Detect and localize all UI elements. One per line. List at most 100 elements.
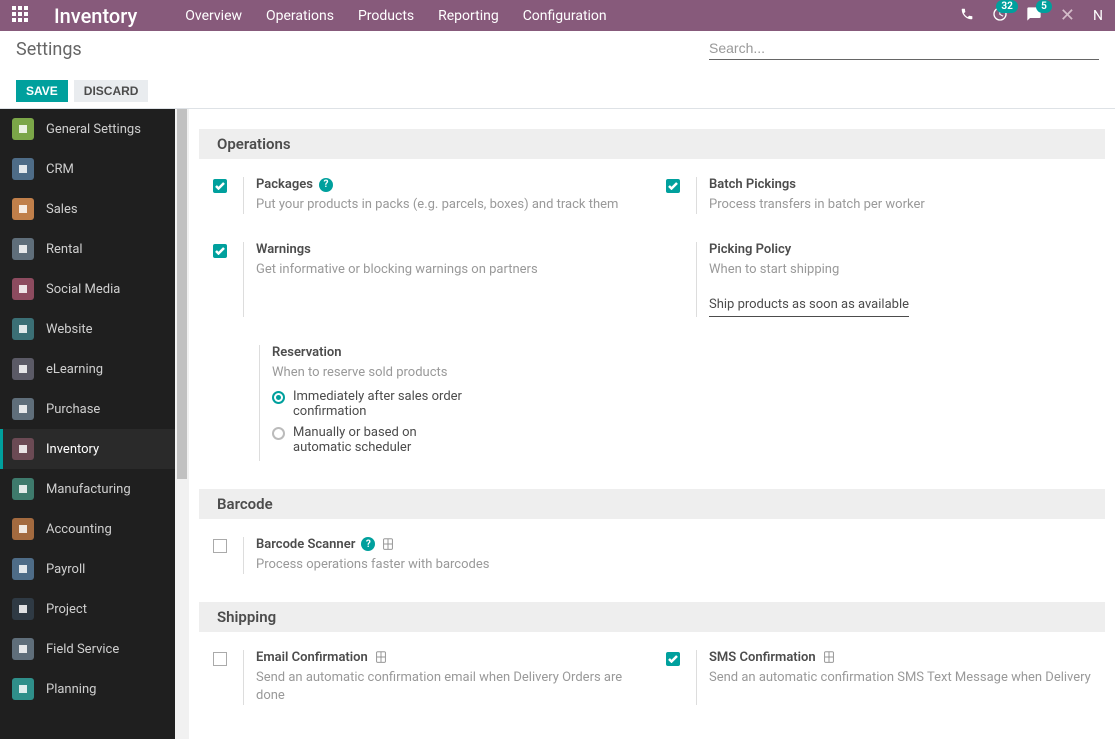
scanner-title: Barcode Scanner bbox=[256, 537, 355, 552]
sidebar-item-label: CRM bbox=[46, 162, 74, 177]
app-icon bbox=[12, 518, 34, 540]
close-icon[interactable]: ✕ bbox=[1060, 5, 1075, 26]
setting-reservation: Reservation When to reserve sold product… bbox=[199, 341, 652, 464]
menu-products[interactable]: Products bbox=[358, 8, 414, 24]
menu-configuration[interactable]: Configuration bbox=[523, 8, 607, 24]
picking-select[interactable]: Ship products as soon as available bbox=[709, 293, 909, 317]
sidebar-item-payroll[interactable]: Payroll bbox=[0, 549, 175, 589]
sidebar-item-label: Social Media bbox=[46, 282, 120, 297]
search-wrap bbox=[709, 40, 1099, 60]
section-barcode-head: Barcode bbox=[199, 489, 1105, 519]
reservation-desc: When to reserve sold products bbox=[272, 364, 638, 382]
warnings-title: Warnings bbox=[256, 242, 311, 257]
sidebar-item-purchase[interactable]: Purchase bbox=[0, 389, 175, 429]
control-panel: Settings Save Discard bbox=[0, 31, 1115, 109]
app-icon bbox=[12, 478, 34, 500]
user-letter[interactable]: N bbox=[1093, 8, 1103, 24]
sidebar: General Settings CRM Sales Rental Social Med… bbox=[0, 109, 175, 739]
main: General Settings CRM Sales Rental Social Med… bbox=[0, 109, 1115, 739]
chat-icon[interactable]: 5 bbox=[1026, 6, 1042, 26]
scanner-checkbox[interactable] bbox=[213, 539, 227, 553]
warnings-desc: Get informative or blocking warnings on … bbox=[256, 261, 638, 279]
setting-warnings: Warnings Get informative or blocking war… bbox=[199, 238, 652, 321]
email-title: Email Confirmation bbox=[256, 650, 368, 665]
menu-overview[interactable]: Overview bbox=[185, 8, 242, 24]
page-title: Settings bbox=[16, 39, 82, 60]
app-icon bbox=[12, 198, 34, 220]
setting-scanner: Barcode Scanner ? Process operations fas… bbox=[199, 533, 652, 578]
sidebar-item-general-settings[interactable]: General Settings bbox=[0, 109, 175, 149]
enterprise-icon[interactable] bbox=[381, 537, 395, 551]
sms-title: SMS Confirmation bbox=[709, 650, 816, 665]
content: Operations Packages ? Put your products … bbox=[189, 109, 1115, 739]
enterprise-icon[interactable] bbox=[822, 650, 836, 664]
sidebar-item-crm[interactable]: CRM bbox=[0, 149, 175, 189]
reservation-radio-2[interactable] bbox=[272, 427, 285, 440]
chat-badge: 5 bbox=[1036, 0, 1052, 13]
sidebar-item-label: Project bbox=[46, 602, 87, 617]
topmenu: Overview Operations Products Reporting C… bbox=[185, 8, 606, 24]
enterprise-icon[interactable] bbox=[374, 650, 388, 664]
apps-icon[interactable] bbox=[12, 6, 32, 26]
brand: Inventory bbox=[54, 4, 137, 28]
clock-badge: 32 bbox=[996, 0, 1017, 13]
save-button[interactable]: Save bbox=[16, 80, 68, 102]
sidebar-item-manufacturing[interactable]: Manufacturing bbox=[0, 469, 175, 509]
reservation-opt1: Immediately after sales order confirmati… bbox=[293, 389, 473, 419]
discard-button[interactable]: Discard bbox=[74, 80, 149, 102]
app-icon bbox=[12, 678, 34, 700]
scrollbar-thumb[interactable] bbox=[177, 109, 187, 479]
app-icon bbox=[12, 598, 34, 620]
setting-email: Email Confirmation Send an automatic con… bbox=[199, 646, 652, 709]
menu-operations[interactable]: Operations bbox=[266, 8, 334, 24]
sidebar-item-website[interactable]: Website bbox=[0, 309, 175, 349]
section-barcode-body: Barcode Scanner ? Process operations fas… bbox=[189, 519, 1115, 592]
sms-checkbox[interactable] bbox=[666, 652, 680, 666]
sidebar-item-label: Manufacturing bbox=[46, 482, 131, 497]
scrollbar[interactable] bbox=[175, 109, 189, 739]
sidebar-item-social-media[interactable]: Social Media bbox=[0, 269, 175, 309]
section-shipping-body: Email Confirmation Send an automatic con… bbox=[189, 632, 1115, 723]
sidebar-item-elearning[interactable]: eLearning bbox=[0, 349, 175, 389]
email-checkbox[interactable] bbox=[213, 652, 227, 666]
scanner-desc: Process operations faster with barcodes bbox=[256, 556, 638, 574]
setting-batch: Batch Pickings Process transfers in batc… bbox=[652, 173, 1105, 218]
clock-icon[interactable]: 32 bbox=[992, 6, 1008, 26]
setting-picking: Picking Policy When to start shipping Sh… bbox=[652, 238, 1105, 321]
email-desc: Send an automatic confirmation email whe… bbox=[256, 669, 638, 705]
sidebar-item-label: General Settings bbox=[46, 122, 141, 137]
search-input[interactable] bbox=[709, 40, 1099, 56]
sidebar-item-label: Website bbox=[46, 322, 93, 337]
sidebar-item-label: Planning bbox=[46, 682, 96, 697]
picking-title: Picking Policy bbox=[709, 242, 791, 257]
reservation-radio-1[interactable] bbox=[272, 391, 285, 404]
topnav-right: 32 5 ✕ N bbox=[960, 5, 1103, 26]
sidebar-item-accounting[interactable]: Accounting bbox=[0, 509, 175, 549]
sidebar-item-planning[interactable]: Planning bbox=[0, 669, 175, 709]
menu-reporting[interactable]: Reporting bbox=[438, 8, 499, 24]
packages-title: Packages bbox=[256, 177, 313, 192]
warnings-checkbox[interactable] bbox=[213, 244, 227, 258]
batch-checkbox[interactable] bbox=[666, 179, 680, 193]
app-icon bbox=[12, 278, 34, 300]
packages-checkbox[interactable] bbox=[213, 179, 227, 193]
sidebar-item-inventory[interactable]: Inventory bbox=[0, 429, 175, 469]
help-icon[interactable]: ? bbox=[319, 178, 333, 192]
sidebar-item-label: Field Service bbox=[46, 642, 119, 657]
phone-icon[interactable] bbox=[960, 7, 974, 25]
sidebar-item-project[interactable]: Project bbox=[0, 589, 175, 629]
sidebar-item-label: Sales bbox=[46, 202, 78, 217]
app-icon bbox=[12, 118, 34, 140]
sidebar-item-field-service[interactable]: Field Service bbox=[0, 629, 175, 669]
help-icon[interactable]: ? bbox=[361, 537, 375, 551]
section-operations-body: Packages ? Put your products in packs (e… bbox=[189, 159, 1115, 479]
sms-desc: Send an automatic confirmation SMS Text … bbox=[709, 669, 1091, 687]
sidebar-item-sales[interactable]: Sales bbox=[0, 189, 175, 229]
section-shipping-head: Shipping bbox=[199, 602, 1105, 632]
sidebar-item-rental[interactable]: Rental bbox=[0, 229, 175, 269]
packages-desc: Put your products in packs (e.g. parcels… bbox=[256, 196, 638, 214]
sidebar-item-label: Rental bbox=[46, 242, 83, 257]
sidebar-item-label: Payroll bbox=[46, 562, 85, 577]
app-icon bbox=[12, 558, 34, 580]
sidebar-wrap: General Settings CRM Sales Rental Social Med… bbox=[0, 109, 189, 739]
